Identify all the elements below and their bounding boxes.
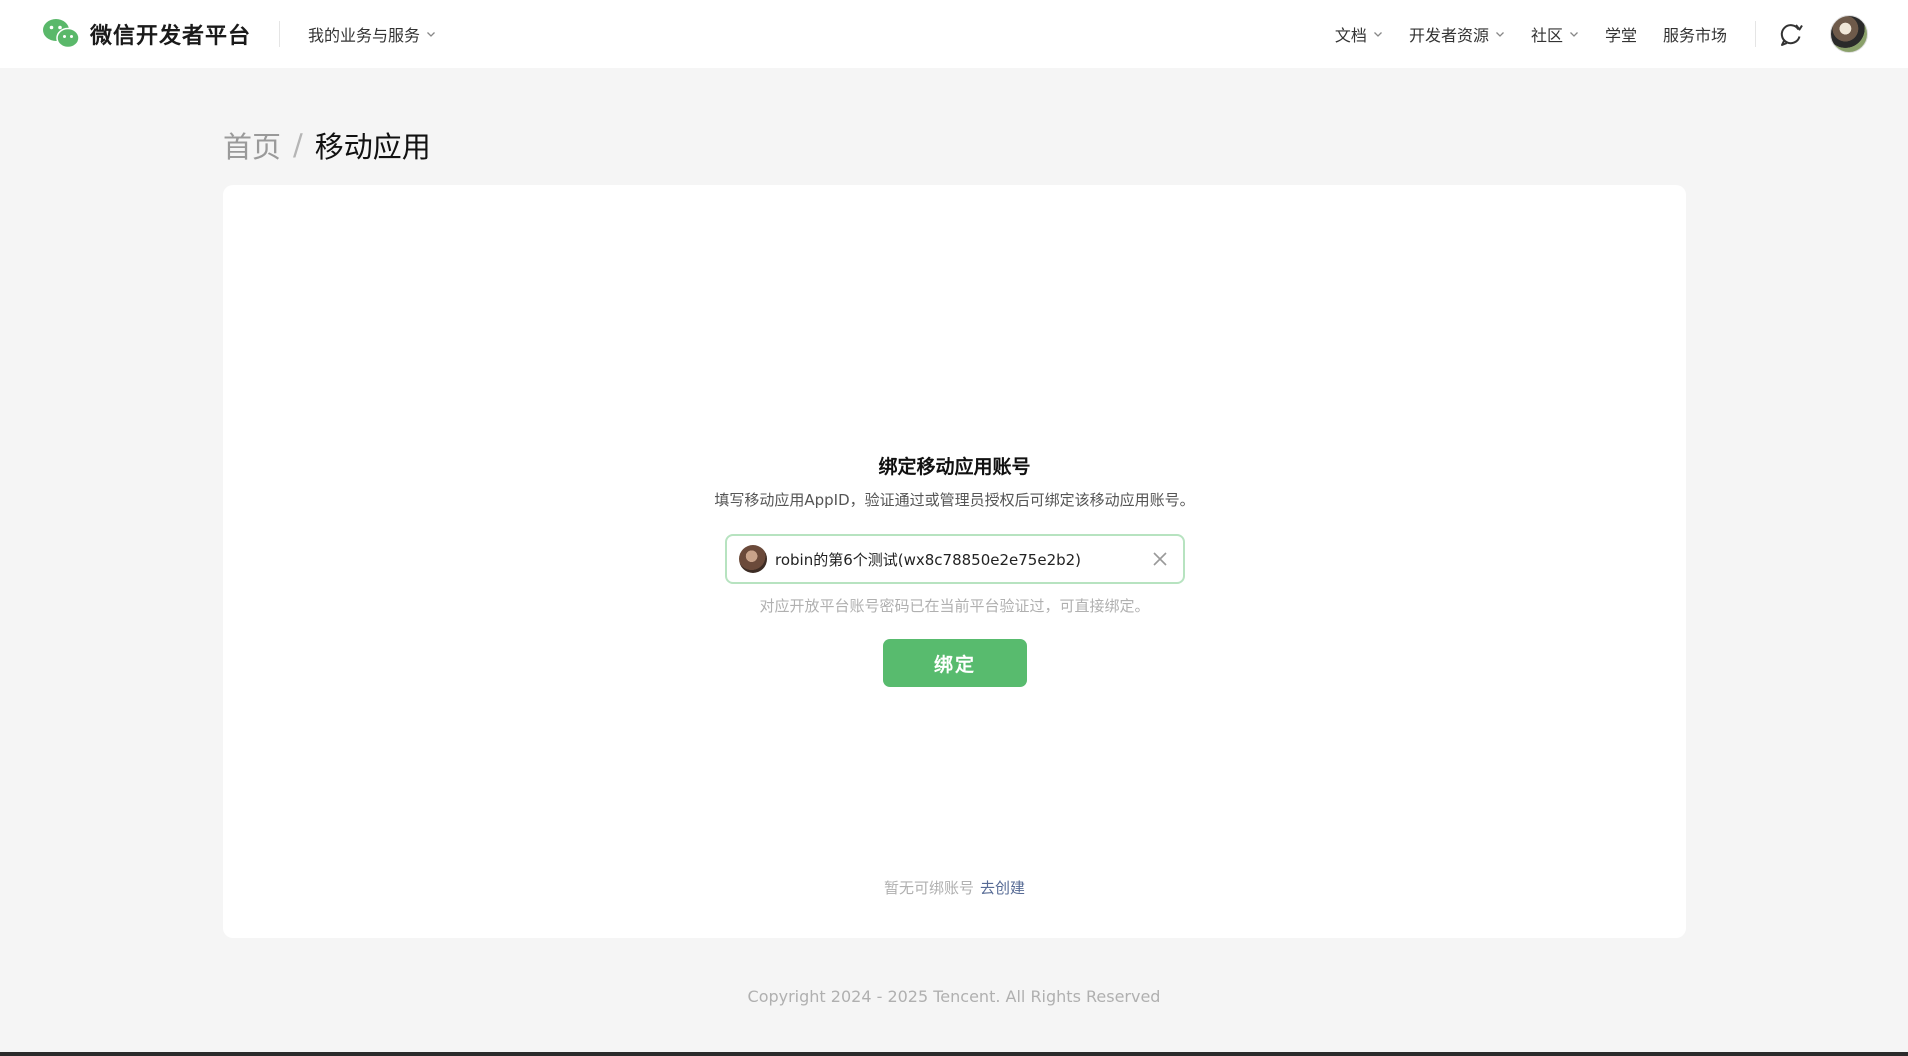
header-divider xyxy=(279,21,281,47)
bottom-edge xyxy=(0,1052,1908,1056)
user-avatar[interactable] xyxy=(1830,15,1868,53)
breadcrumb-separator: / xyxy=(293,128,303,162)
nav-community-label: 社区 xyxy=(1530,26,1563,45)
header-divider-right xyxy=(1755,21,1756,47)
nav-dev-resources[interactable]: 开发者资源 xyxy=(1409,22,1505,46)
nav-community[interactable]: 社区 xyxy=(1531,22,1579,46)
nav-market[interactable]: 服务市场 xyxy=(1663,22,1727,46)
footer-copyright: Copyright 2024 - 2025 Tencent. All Right… xyxy=(747,987,1161,1006)
nav-docs[interactable]: 文档 xyxy=(1335,22,1383,46)
nav-dev-resources-label: 开发者资源 xyxy=(1408,26,1489,45)
message-refresh-icon[interactable] xyxy=(1778,21,1804,47)
breadcrumb-home[interactable]: 首页 xyxy=(223,124,281,166)
breadcrumb-current: 移动应用 xyxy=(314,130,431,164)
create-link[interactable]: 去创建 xyxy=(980,879,1025,897)
selected-app-value: robin的第6个测试(wx8c78850e2e75e2b2) xyxy=(775,550,1082,569)
no-account-text: 暂无可绑账号 xyxy=(883,879,974,897)
chevron-down-icon xyxy=(1570,32,1578,37)
top-navigation-bar: 微信开发者平台 我的业务与服务 文档 开发者资源 社区 学堂 服务市场 xyxy=(0,0,1908,68)
services-menu-label: 我的业务与服务 xyxy=(308,26,421,45)
bind-hint: 对应开放平台账号密码已在当前平台验证过，可直接绑定。 xyxy=(759,597,1150,615)
no-account-row: 暂无可绑账号 去创建 xyxy=(223,877,1686,898)
app-select-input[interactable]: robin的第6个测试(wx8c78850e2e75e2b2) xyxy=(725,534,1185,584)
right-navigation: 文档 开发者资源 社区 学堂 服务市场 xyxy=(1309,0,1868,68)
bind-button[interactable]: 绑定 xyxy=(883,639,1027,687)
nav-academy-label: 学堂 xyxy=(1604,26,1637,45)
bind-card: 绑定移动应用账号 填写移动应用AppID，验证通过或管理员授权后可绑定该移动应用… xyxy=(223,185,1686,938)
nav-academy[interactable]: 学堂 xyxy=(1605,22,1637,46)
chevron-down-icon xyxy=(427,32,435,37)
breadcrumb: 首页 / 移动应用 xyxy=(223,124,431,166)
app-avatar xyxy=(739,545,767,573)
logo-text: 微信开发者平台 xyxy=(90,24,252,49)
wechat-logo-icon xyxy=(43,19,80,49)
bind-title: 绑定移动应用账号 xyxy=(878,456,1031,478)
bind-description: 填写移动应用AppID，验证通过或管理员授权后可绑定该移动应用账号。 xyxy=(714,491,1195,509)
logo[interactable]: 微信开发者平台 xyxy=(42,0,251,68)
services-menu[interactable]: 我的业务与服务 xyxy=(308,22,436,46)
nav-market-label: 服务市场 xyxy=(1662,26,1727,45)
close-icon[interactable] xyxy=(1151,550,1169,568)
chevron-down-icon xyxy=(1495,32,1504,37)
nav-docs-label: 文档 xyxy=(1334,26,1367,45)
chevron-down-icon xyxy=(1373,32,1382,37)
